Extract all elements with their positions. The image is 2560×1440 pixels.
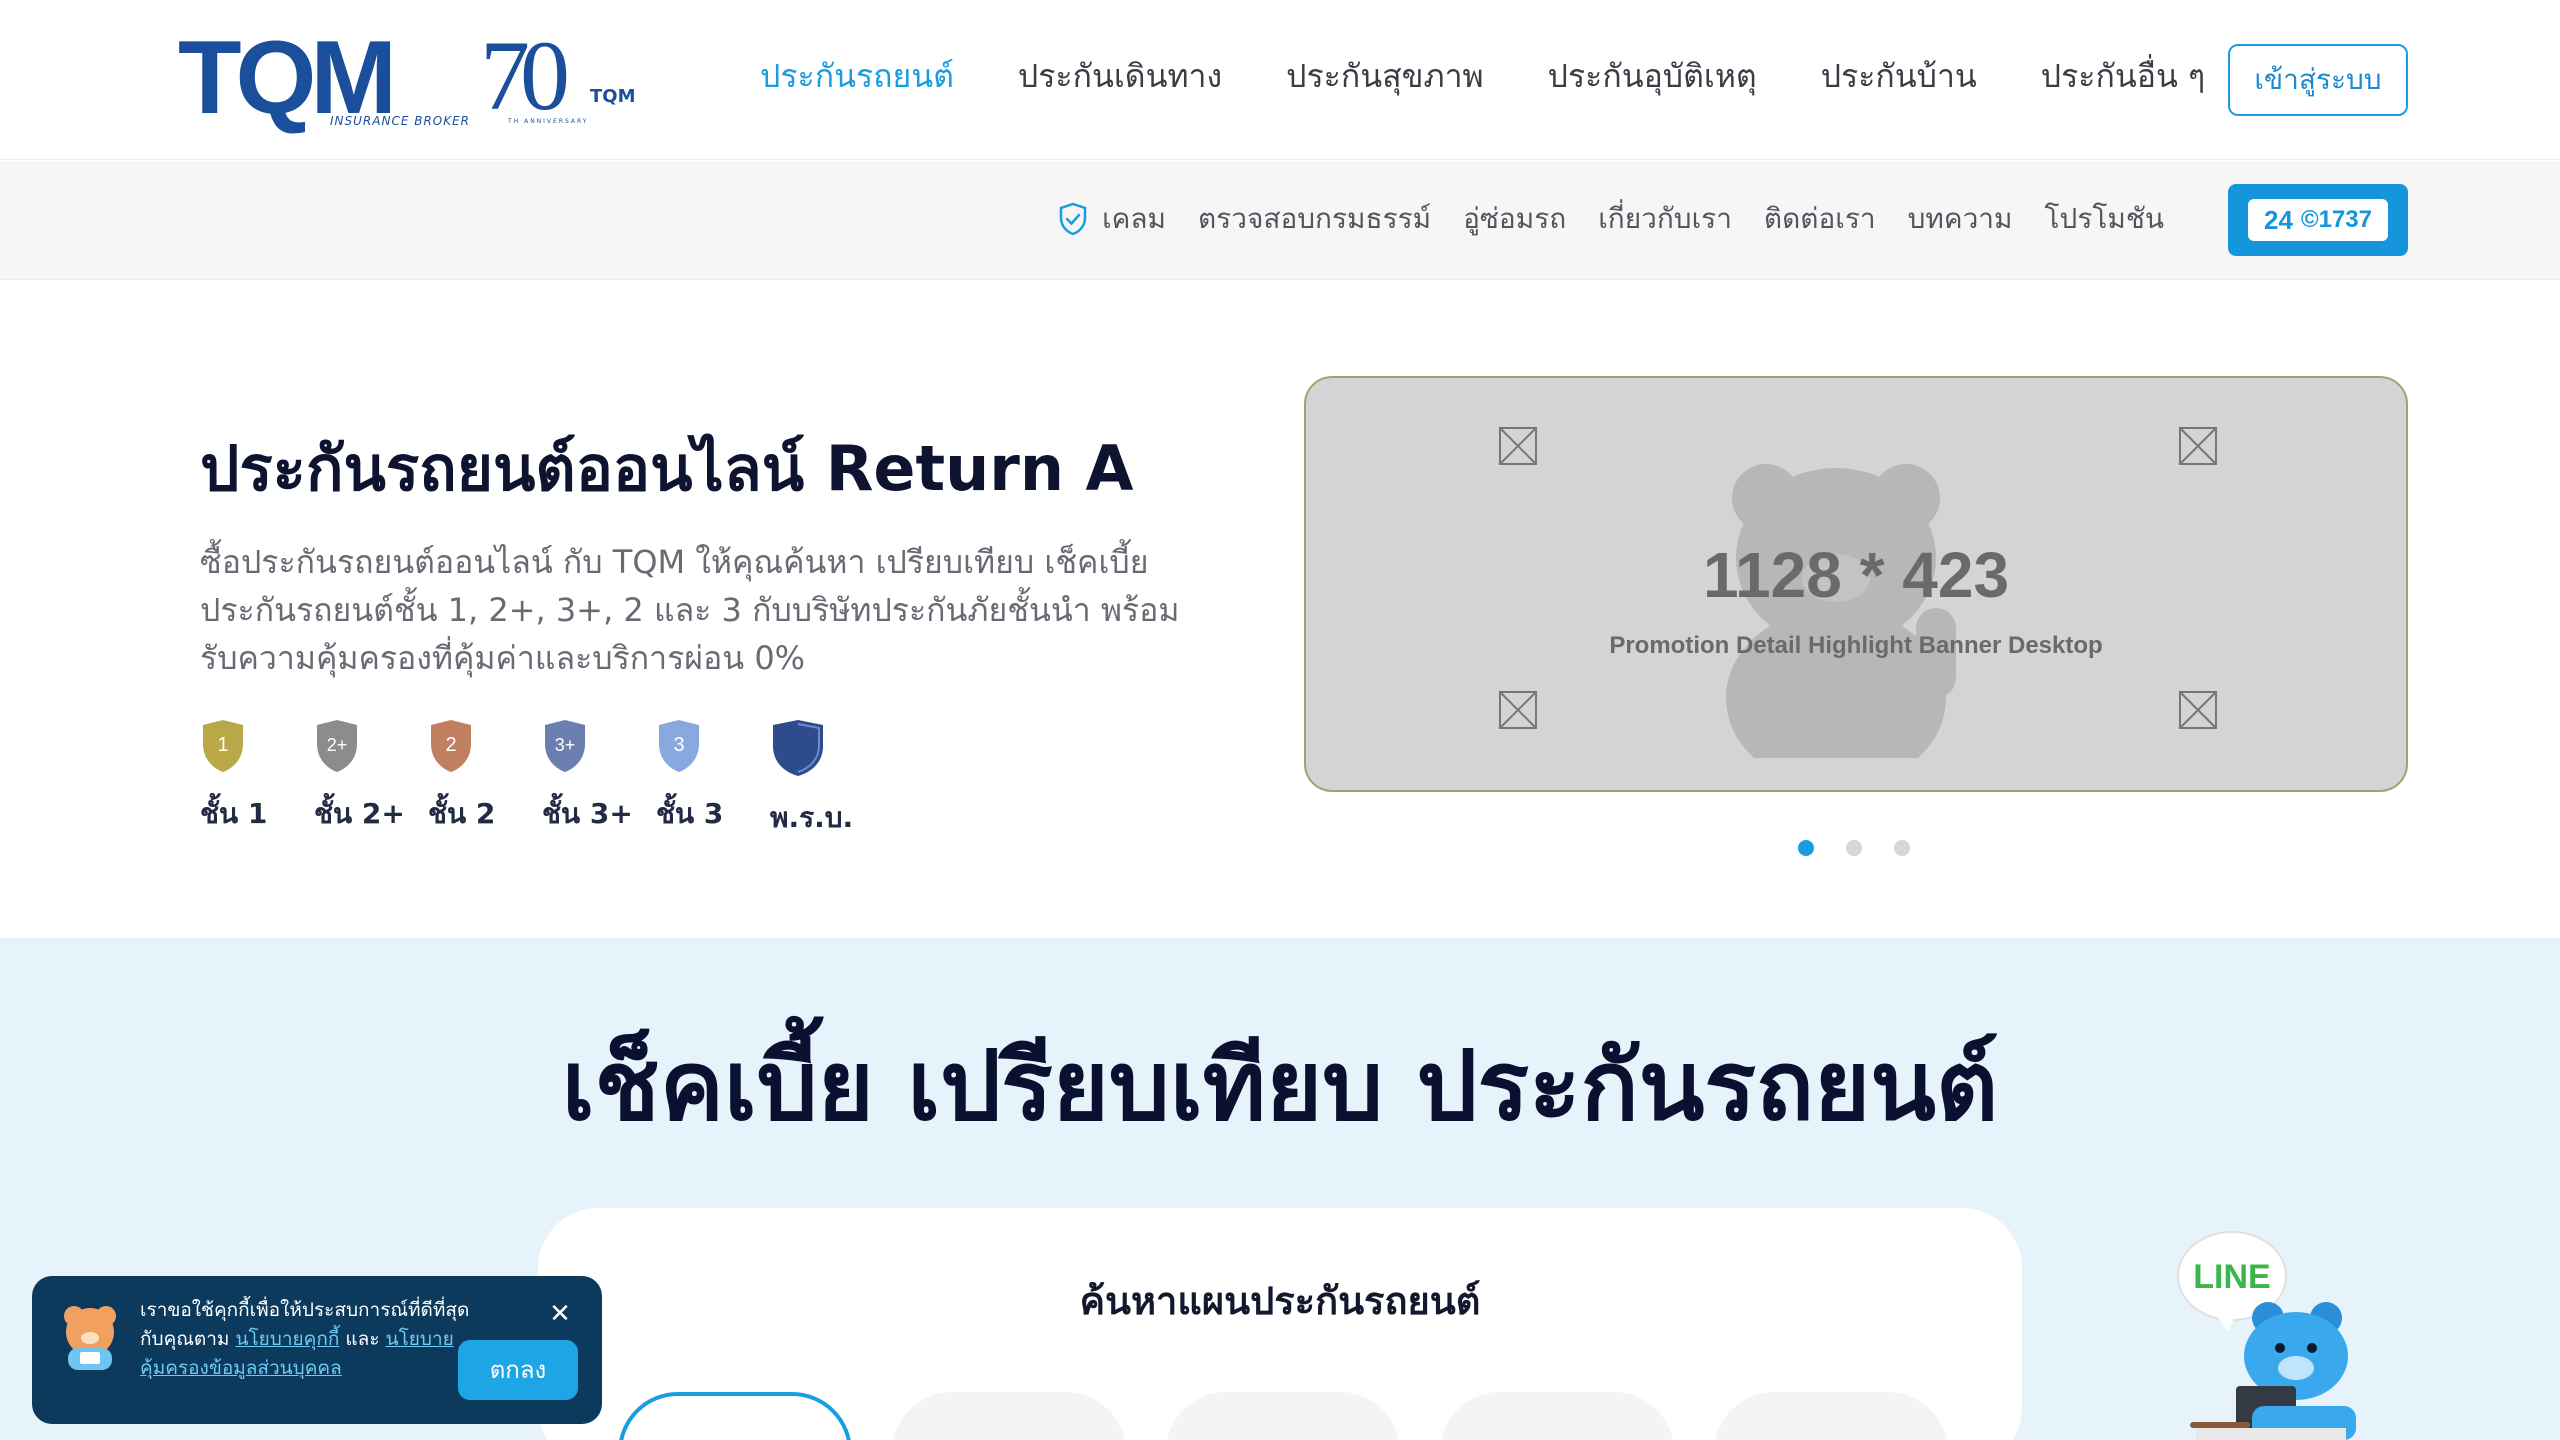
carousel-dots (1798, 840, 1942, 856)
nav-car-insurance[interactable]: ประกันรถยนต์ (760, 50, 954, 102)
subnav-contact[interactable]: ติดต่อเรา (1764, 197, 1876, 241)
hotline-hours: 24 (2264, 204, 2293, 235)
level-class-2[interactable]: 2 ชั้น 2 (428, 718, 542, 840)
shield-check-icon (1059, 202, 1087, 236)
tqm-logo[interactable]: TQM INSURANCE BROKER (178, 20, 471, 136)
hotline-badge[interactable]: 24 ©1737 (2228, 184, 2408, 256)
hotline-number: ©1737 (2300, 206, 2372, 233)
broken-image-icon (1499, 427, 1537, 465)
banner-caption: Promotion Detail Highlight Banner Deskto… (1609, 632, 2103, 659)
anniversary-brand: TQM (590, 86, 636, 107)
search-tab[interactable] (892, 1392, 1126, 1440)
subnav-articles[interactable]: บทความ (1908, 197, 2013, 241)
class-1-shield-icon: 1 (203, 720, 243, 772)
hero-description: ซื้อประกันรถยนต์ออนไลน์ กับ TQM ให้คุณค้… (200, 543, 1180, 677)
promo-banner[interactable]: 1128 * 423 Promotion Detail Highlight Ba… (1304, 376, 2408, 792)
logo-tagline: INSURANCE BROKER (330, 114, 471, 128)
level-badge: 1 (217, 734, 228, 756)
nav-travel-insurance[interactable]: ประกันเดินทาง (1018, 50, 1222, 102)
level-badge: 3 (673, 734, 684, 756)
anniversary-number: 70 (480, 20, 570, 131)
main-nav: ประกันรถยนต์ ประกันเดินทาง ประกันสุขภาพ … (760, 50, 2269, 102)
subnav-about[interactable]: เกี่ยวกับเรา (1598, 197, 1732, 241)
carousel-dot-2[interactable] (1846, 840, 1862, 856)
line-chat-button[interactable]: LINE (2176, 1226, 2366, 1440)
search-tab[interactable] (1440, 1392, 1674, 1440)
carousel-dot-3[interactable] (1894, 840, 1910, 856)
cookie-text: เราขอใช้คุกกี้เพื่อให้ประสบการณ์ที่ดีที่… (140, 1296, 470, 1383)
hotline-inner: 24 ©1737 (2248, 199, 2388, 241)
coverage-levels: 1 ชั้น 1 2+ ชั้น 2+ 2 ชั้น 2 3+ ชั้น 3+ … (200, 718, 884, 840)
level-compulsory[interactable]: พ.ร.บ. (770, 718, 884, 840)
level-label: ชั้น 2+ (314, 797, 405, 830)
level-class-3[interactable]: 3 ชั้น 3 (656, 718, 770, 840)
class-3plus-shield-icon: 3+ (545, 720, 585, 772)
search-tab[interactable] (618, 1392, 852, 1440)
level-badge: 2+ (327, 735, 348, 755)
broken-image-icon (2179, 427, 2217, 465)
cookie-accept-button[interactable]: ตกลง (458, 1340, 578, 1400)
subnav-policy-check[interactable]: ตรวจสอบกรมธรรม์ (1198, 197, 1431, 241)
subnav-promotions[interactable]: โปรโมชัน (2045, 197, 2165, 241)
level-label: ชั้น 3 (656, 797, 724, 830)
nav-accident-insurance[interactable]: ประกันอุบัติเหตุ (1548, 50, 1757, 102)
sub-nav: เคลม ตรวจสอบกรมธรรม์ อู่ซ่อมรถ เกี่ยวกับ… (1026, 197, 2164, 241)
cookie-notice: เราขอใช้คุกกี้เพื่อให้ประสบการณ์ที่ดีที่… (32, 1276, 602, 1424)
nav-home-insurance[interactable]: ประกันบ้าน (1821, 50, 1977, 102)
class-2-shield-icon: 2 (431, 720, 471, 772)
broken-image-icon (1499, 691, 1537, 729)
top-header: TQM INSURANCE BROKER 70 TQM TH ANNIVERSA… (0, 0, 2560, 160)
carousel-dot-1[interactable] (1798, 840, 1814, 856)
compare-title: เช็คเบี้ย เปรียบเทียบ ประกันรถยนต์ (561, 1030, 1999, 1142)
search-tab[interactable] (1166, 1392, 1400, 1440)
logo-wordmark: TQM (178, 20, 397, 136)
search-card: ค้นหาแผนประกันรถยนต์ (538, 1208, 2022, 1440)
subnav-garages[interactable]: อู่ซ่อมรถ (1463, 197, 1566, 241)
compulsory-shield-icon (773, 720, 823, 776)
search-title: ค้นหาแผนประกันรถยนต์ (1079, 1279, 1481, 1323)
level-badge: 3+ (555, 735, 576, 755)
line-label: LINE (2193, 1258, 2270, 1296)
nav-health-insurance[interactable]: ประกันสุขภาพ (1286, 50, 1484, 102)
level-label: ชั้น 3+ (542, 797, 633, 830)
sub-header: เคลม ตรวจสอบกรมธรรม์ อู่ซ่อมรถ เกี่ยวกับ… (0, 161, 2560, 280)
level-badge: 2 (445, 734, 456, 756)
cookie-text-mid: และ (339, 1328, 386, 1350)
level-label: ชั้น 1 (200, 797, 268, 830)
nav-other-insurance[interactable]: ประกันอื่น ๆ (2041, 50, 2205, 102)
subnav-claim[interactable]: เคลม (1058, 197, 1166, 241)
broken-image-icon (2179, 691, 2217, 729)
level-label: ชั้น 2 (428, 797, 496, 830)
anniversary-caption: TH ANNIVERSARY (508, 118, 589, 125)
level-class-2plus[interactable]: 2+ ชั้น 2+ (314, 718, 428, 840)
subnav-claim-label: เคลม (1102, 202, 1166, 235)
level-class-3plus[interactable]: 3+ ชั้น 3+ (542, 718, 656, 840)
level-label: พ.ร.บ. (770, 801, 854, 834)
level-class-1[interactable]: 1 ชั้น 1 (200, 718, 314, 840)
search-tabs (618, 1392, 1988, 1440)
class-3-shield-icon: 3 (659, 720, 699, 772)
bear-avatar-icon (64, 1306, 116, 1370)
anniversary-logo: 70 TQM TH ANNIVERSARY (480, 26, 640, 130)
login-button[interactable]: เข้าสู่ระบบ (2228, 44, 2408, 116)
banner-dimensions: 1128 * 423 (1702, 539, 2010, 611)
hotline-number-text: 1737 (2318, 206, 2372, 233)
close-icon[interactable]: ✕ (548, 1301, 572, 1327)
search-tab[interactable] (1714, 1392, 1948, 1440)
class-2plus-shield-icon: 2+ (317, 720, 357, 772)
cookie-policy-link[interactable]: นโยบายคุกกี้ (235, 1328, 339, 1350)
hero-title: ประกันรถยนต์ออนไลน์ Return A (200, 432, 1134, 505)
